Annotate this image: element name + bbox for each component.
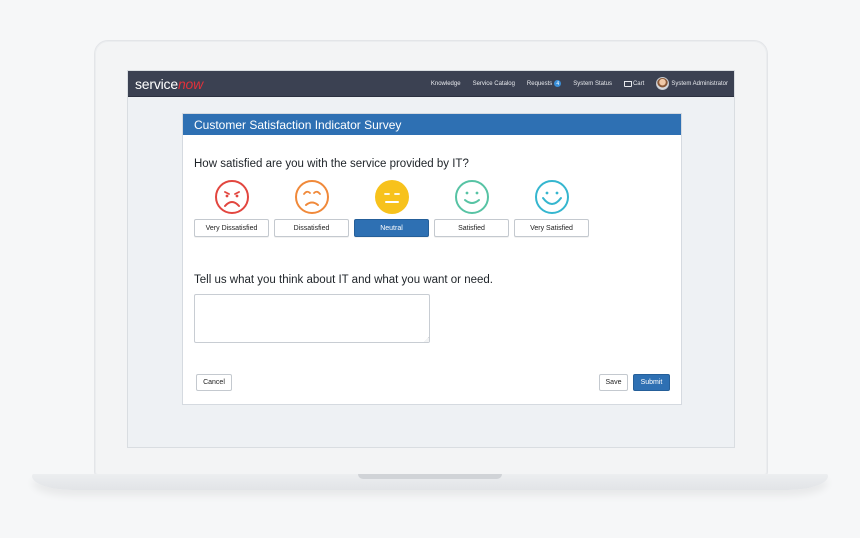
cart-icon [623, 80, 632, 87]
logo-text-service: service [135, 75, 178, 92]
laptop-notch [358, 474, 502, 479]
submit-button[interactable]: Submit [633, 374, 670, 391]
big-smile-face-icon[interactable] [534, 179, 570, 215]
save-button[interactable]: Save [599, 374, 628, 391]
option-satisfied: Satisfied [434, 179, 509, 237]
nav-user-menu[interactable]: System Administrator [656, 77, 728, 90]
option-neutral: Neutral [354, 179, 429, 237]
question-satisfaction: How satisfied are you with the service p… [194, 158, 469, 170]
servicenow-logo[interactable]: service now [135, 76, 203, 92]
nav-cart[interactable]: Cart [623, 80, 645, 87]
app-screen: service now Knowledge Service Catalog Req… [127, 70, 735, 448]
dissatisfied-button[interactable]: Dissatisfied [274, 219, 349, 237]
feedback-textarea[interactable] [194, 294, 430, 343]
cancel-button[interactable]: Cancel [196, 374, 232, 391]
user-name: System Administrator [671, 80, 728, 87]
nav-service-catalog[interactable]: Service Catalog [473, 81, 515, 87]
option-very-satisfied: Very Satisfied [514, 179, 589, 237]
survey-card: Customer Satisfaction Indicator Survey H… [182, 113, 682, 405]
nav-system-status[interactable]: System Status [573, 81, 612, 87]
neutral-face-icon[interactable] [374, 179, 410, 215]
question-feedback: Tell us what you think about IT and what… [194, 274, 493, 286]
very-sad-face-icon[interactable] [214, 179, 250, 215]
satisfied-button[interactable]: Satisfied [434, 219, 509, 237]
textarea-resize-handle[interactable] [424, 337, 429, 342]
requests-count-badge: 4 [554, 80, 562, 87]
option-dissatisfied: Dissatisfied [274, 179, 349, 237]
nav-requests[interactable]: Requests 4 [526, 80, 562, 87]
sad-face-icon[interactable] [294, 179, 330, 215]
satisfaction-options: Very Dissatisfied Dissatisfied Neutral S… [194, 179, 589, 237]
option-very-dissatisfied: Very Dissatisfied [194, 179, 269, 237]
nav-cart-label: Cart [632, 80, 645, 87]
survey-title: Customer Satisfaction Indicator Survey [183, 114, 681, 135]
very-dissatisfied-button[interactable]: Very Dissatisfied [194, 219, 269, 237]
very-satisfied-button[interactable]: Very Satisfied [514, 219, 589, 237]
avatar [656, 77, 670, 90]
nav-requests-label: Requests [526, 80, 553, 87]
neutral-button[interactable]: Neutral [354, 219, 429, 237]
top-navbar: service now Knowledge Service Catalog Req… [128, 71, 734, 97]
nav-menu: Knowledge Service Catalog Requests 4 Sys… [431, 77, 728, 90]
smile-face-icon[interactable] [454, 179, 490, 215]
nav-knowledge[interactable]: Knowledge [431, 81, 461, 87]
logo-text-now: now [177, 75, 204, 92]
